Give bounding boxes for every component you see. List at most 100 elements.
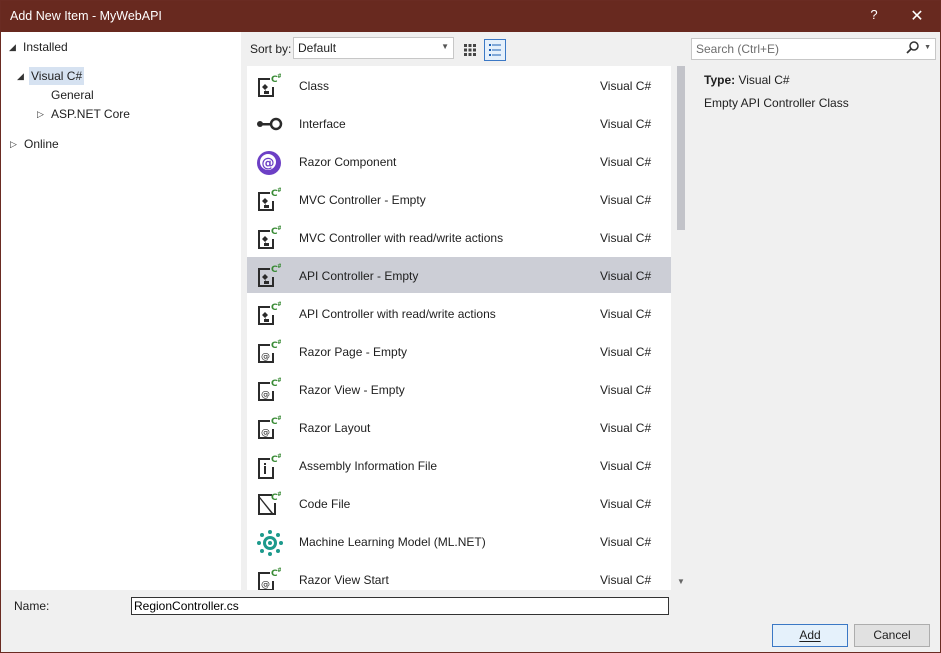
template-item[interactable]: C# MVC Controller with read/write actions… [247,219,671,255]
list-view-button[interactable] [484,39,506,61]
template-name: API Controller with read/write actions [299,307,496,321]
close-button[interactable]: ✕ [905,5,929,29]
template-name: Razor Page - Empty [299,345,408,359]
grid-view-icon [464,44,476,56]
sort-label: Sort by: [250,42,292,56]
template-name: Code File [299,497,351,511]
sort-value: Default [298,41,337,55]
type-value: Visual C# [738,73,790,87]
template-item[interactable]: C# API Controller with read/write actions… [247,295,671,331]
ml-model-icon [255,529,283,556]
svg-text:#: # [277,225,281,232]
template-list-scrollbar[interactable]: ▼ [673,66,689,590]
template-item[interactable]: Interface Visual C# [247,105,671,141]
svg-text:#: # [277,567,281,574]
search-icon[interactable] [906,41,919,57]
add-button-label: Add [799,628,821,642]
cancel-button[interactable]: Cancel [854,624,930,647]
template-item[interactable]: C# Code File Visual C# [247,485,671,521]
scrollbar-thumb[interactable] [677,66,685,230]
svg-text:@: @ [261,352,270,362]
svg-text:#: # [277,187,281,194]
template-item[interactable]: @ Razor Component Visual C# [247,143,671,179]
type-line: Type: Visual C# [704,73,790,87]
template-item[interactable]: C# Class Visual C# [247,67,671,103]
template-name: Razor Component [299,155,397,169]
search-box[interactable]: Search (Ctrl+E) ▼ [691,38,936,60]
template-item[interactable]: C# API Controller - Empty Visual C# [247,257,671,293]
template-language: Visual C# [600,155,652,169]
svg-text:#: # [277,73,281,80]
cancel-button-label: Cancel [873,628,911,642]
template-name: Interface [299,117,346,131]
template-language: Visual C# [600,383,652,397]
list-view-icon [489,44,501,56]
template-name: Razor Layout [299,421,371,435]
template-language: Visual C# [600,231,652,245]
svg-text:@: @ [261,428,270,438]
scroll-down-arrow-icon[interactable]: ▼ [677,577,685,586]
cs-class-icon: C# [255,225,282,251]
razor-page-icon: @C# [255,339,282,365]
template-language: Visual C# [600,535,652,549]
svg-text:#: # [277,301,281,308]
template-name: Class [299,79,330,93]
window-title: Add New Item - MyWebAPI [10,9,162,23]
template-name: Assembly Information File [299,459,438,473]
template-name: Razor View - Empty [299,383,405,397]
svg-text:#: # [277,491,281,498]
template-language: Visual C# [600,307,652,321]
info-file-icon: C# [255,453,282,479]
sort-toolbar: Sort by: Default ▼ [241,32,681,66]
add-new-item-dialog: Add New Item - MyWebAPI ? ✕ ◢ Installed … [0,0,941,653]
svg-text:@: @ [261,580,270,590]
grid-view-button[interactable] [459,39,481,61]
razor-component-icon: @ [255,149,281,175]
svg-text:#: # [277,453,281,460]
template-language: Visual C# [600,269,652,283]
interface-icon [255,111,283,137]
category-tree: ◢ Installed ◢ Visual C# General ▷ ASP.NE… [1,32,241,590]
cs-class-icon: C# [255,263,282,289]
template-item[interactable]: C# Assembly Information File Visual C# [247,447,671,483]
svg-text:@: @ [262,156,275,171]
template-item[interactable]: @C# Razor View Start Visual C# [247,561,671,590]
cs-class-icon: C# [255,301,282,327]
title-bar: Add New Item - MyWebAPI ? ✕ [1,1,940,32]
expanded-arrow-icon[interactable]: ◢ [17,67,27,85]
svg-text:@: @ [261,390,270,400]
type-label: Type: [704,73,736,87]
template-language: Visual C# [600,79,652,93]
add-button[interactable]: Add [772,624,848,647]
template-item[interactable]: @C# Razor Layout Visual C# [247,409,671,445]
svg-text:#: # [277,415,281,422]
collapsed-arrow-icon[interactable]: ▷ [10,135,20,153]
sort-select[interactable]: Default ▼ [293,37,454,59]
expanded-arrow-icon[interactable]: ◢ [9,38,19,56]
template-language: Visual C# [600,573,652,587]
search-placeholder: Search (Ctrl+E) [696,42,780,56]
template-language: Visual C# [600,421,652,435]
search-options-chevron-icon[interactable]: ▼ [924,44,931,51]
cs-class-icon: C# [255,73,282,99]
template-language: Visual C# [600,117,652,131]
cs-class-icon: C# [255,187,282,213]
template-language: Visual C# [600,193,652,207]
name-field[interactable] [131,597,669,615]
template-item[interactable]: @C# Razor View - Empty Visual C# [247,371,671,407]
template-item[interactable]: Machine Learning Model (ML.NET) Visual C# [247,523,671,559]
template-item[interactable]: C# MVC Controller - Empty Visual C# [247,181,671,217]
razor-page-icon: @C# [255,415,282,441]
name-input[interactable] [132,598,666,614]
svg-text:#: # [277,377,281,384]
razor-page-icon: @C# [255,377,282,403]
template-language: Visual C# [600,459,652,473]
help-button[interactable]: ? [863,7,885,27]
razor-page-icon: @C# [255,567,282,590]
collapsed-arrow-icon[interactable]: ▷ [37,105,47,123]
template-item[interactable]: @C# Razor Page - Empty Visual C# [247,333,671,369]
template-name: API Controller - Empty [299,269,419,283]
name-label: Name: [14,599,50,613]
svg-text:#: # [277,263,281,270]
template-list: C# Class Visual C# Interface Visual C# @ Razor… [247,66,671,590]
